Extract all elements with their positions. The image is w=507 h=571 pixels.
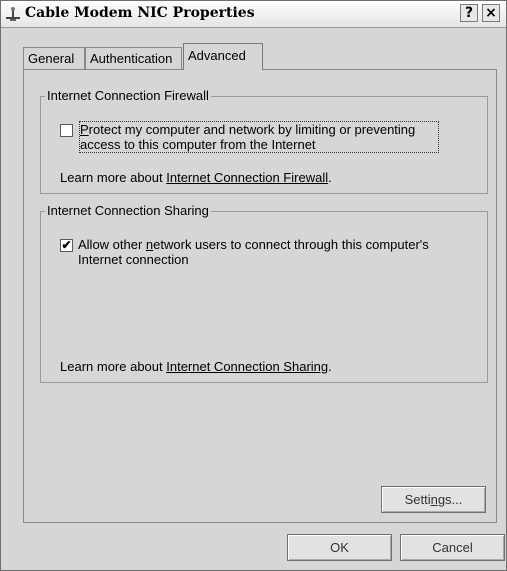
ok-button[interactable]: OK — [287, 534, 392, 561]
settings-label-mnemonic: n — [430, 492, 438, 507]
firewall-label-mnemonic: P — [80, 122, 89, 137]
firewall-learn-suffix: . — [328, 170, 332, 185]
settings-label-post: gs... — [437, 492, 463, 507]
sharing-label-pre: Allow other — [78, 237, 146, 252]
tab-authentication[interactable]: Authentication — [85, 47, 182, 69]
firewall-learn-link[interactable]: Internet Connection Firewall — [166, 170, 328, 185]
tab-advanced[interactable]: Advanced — [183, 43, 263, 70]
sharing-label-line2: Internet connection — [78, 252, 189, 267]
sharing-learn-link[interactable]: Internet Connection Sharing — [166, 359, 328, 374]
firewall-label-line1: rotect my computer and network by limiti… — [88, 122, 416, 137]
title-bar[interactable]: Cable Modem NIC Properties ? × — [1, 1, 506, 28]
settings-label-pre: Setti — [404, 492, 431, 507]
sharing-learn-more: Learn more about Internet Connection Sha… — [60, 359, 332, 374]
settings-button[interactable]: Settings... — [381, 486, 486, 513]
checkmark-icon: ✔ — [61, 238, 72, 252]
help-button[interactable]: ? — [460, 4, 478, 22]
tab-general[interactable]: General — [23, 47, 85, 69]
sharing-checkbox-label[interactable]: Allow other network users to connect thr… — [78, 237, 478, 267]
sharing-learn-prefix: Learn more about — [60, 359, 167, 374]
firewall-checkbox[interactable] — [60, 124, 73, 137]
sharing-group: Internet Connection Sharing ✔ Allow othe… — [40, 203, 488, 383]
sharing-checkbox[interactable]: ✔ — [60, 239, 73, 252]
sharing-label-post: etwork users to connect through this com… — [153, 237, 429, 252]
advanced-tab-panel: Internet Connection Firewall Protect my … — [23, 69, 497, 523]
cancel-button[interactable]: Cancel — [400, 534, 505, 561]
firewall-learn-more: Learn more about Internet Connection Fir… — [60, 170, 332, 185]
firewall-label-line2: access to this computer from the Interne… — [80, 137, 316, 152]
properties-dialog: Cable Modem NIC Properties ? × General A… — [0, 0, 507, 571]
window-title: Cable Modem NIC Properties — [25, 5, 255, 21]
firewall-group: Internet Connection Firewall Protect my … — [40, 88, 488, 194]
sharing-group-title: Internet Connection Sharing — [45, 203, 211, 218]
firewall-group-title: Internet Connection Firewall — [45, 88, 211, 103]
network-connection-icon — [6, 7, 20, 21]
close-button[interactable]: × — [482, 4, 500, 22]
firewall-learn-prefix: Learn more about — [60, 170, 167, 185]
firewall-checkbox-label[interactable]: Protect my computer and network by limit… — [79, 121, 439, 153]
sharing-learn-suffix: . — [328, 359, 332, 374]
